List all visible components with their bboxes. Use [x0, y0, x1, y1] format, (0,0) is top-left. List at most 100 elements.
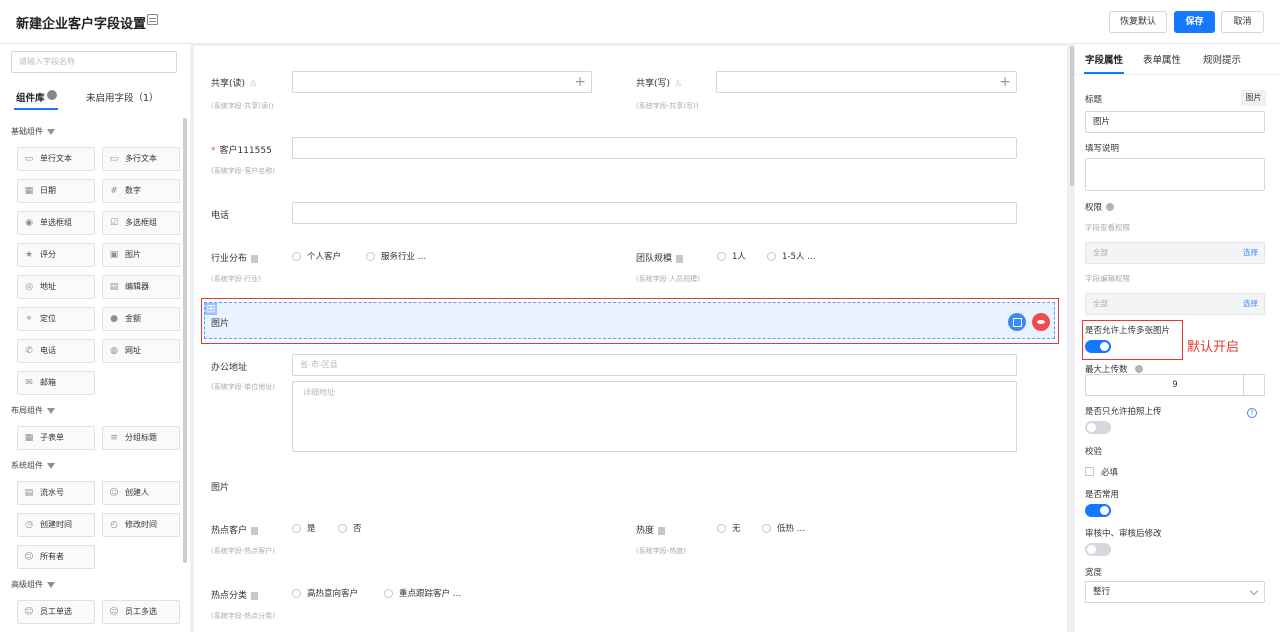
- title-label: 标题: [1085, 95, 1103, 105]
- multi-upload-toggle[interactable]: [1085, 340, 1111, 353]
- group-advanced[interactable]: 高级组件: [11, 579, 55, 590]
- comp-number[interactable]: # 数字: [102, 179, 180, 203]
- help-icon[interactable]: [1106, 203, 1114, 211]
- comp-geolocation[interactable]: ⌖ 定位: [17, 307, 95, 331]
- comp-modified-time[interactable]: ◴ 修改时间: [102, 513, 180, 537]
- comp-rating[interactable]: ★ 评分: [17, 243, 95, 267]
- field-search-input[interactable]: 请输入字段名称: [11, 51, 177, 73]
- cancel-button[interactable]: 取消: [1221, 11, 1264, 33]
- address-detail-textarea[interactable]: 详细地址: [292, 381, 1017, 452]
- radio-option[interactable]: 1-5人 …: [767, 250, 816, 262]
- radio-option[interactable]: 是: [292, 522, 316, 534]
- group-system-label: 系统组件: [11, 461, 43, 470]
- photo-only-label: 是否只允许拍照上传: [1085, 407, 1162, 417]
- field-hint: (系统字段-行业): [211, 275, 261, 283]
- comp-serial-number[interactable]: ▤ 流水号: [17, 481, 95, 505]
- section-icon: ≡: [110, 433, 118, 443]
- description-textarea[interactable]: [1085, 158, 1265, 191]
- plus-icon[interactable]: +: [574, 74, 586, 90]
- restore-default-button[interactable]: 恢复默认: [1109, 11, 1167, 33]
- visibility-icon[interactable]: [1032, 313, 1050, 331]
- tab-rule-hints[interactable]: 规则提示: [1203, 52, 1241, 66]
- canvas-scrollbar[interactable]: [1070, 46, 1074, 186]
- comp-label: 创建人: [125, 488, 149, 497]
- comp-label: 员工单选: [40, 607, 72, 616]
- description-label: 填写说明: [1085, 144, 1120, 154]
- comp-date[interactable]: ▦ 日期: [17, 179, 95, 203]
- radio-option[interactable]: 重点跟踪客户 …: [384, 587, 461, 599]
- share-write-input[interactable]: +: [716, 71, 1017, 93]
- comp-label: 修改时间: [125, 520, 157, 529]
- layout-icon[interactable]: [147, 14, 158, 25]
- common-toggle[interactable]: [1085, 504, 1111, 517]
- comp-url[interactable]: ◍ 网址: [102, 339, 180, 363]
- comp-amount[interactable]: ● 金额: [102, 307, 180, 331]
- plus-icon[interactable]: +: [999, 74, 1011, 90]
- tab-form-properties[interactable]: 表单属性: [1143, 52, 1181, 66]
- help-icon[interactable]: [1135, 365, 1143, 373]
- field-hint: (系统字段-热点客户): [211, 547, 275, 555]
- comp-owner[interactable]: ☺ 所有者: [17, 545, 95, 569]
- image-icon: ▣: [109, 250, 119, 260]
- selected-image-field[interactable]: [204, 302, 1055, 339]
- comp-multi-text[interactable]: ▭ 多行文本: [102, 147, 180, 171]
- label-text: 共享(读): [211, 79, 246, 89]
- radio-option[interactable]: 高热意向客户: [292, 587, 358, 599]
- comp-single-text[interactable]: ▭ 单行文本: [17, 147, 95, 171]
- comp-radio-group[interactable]: ◉ 单选框组: [17, 211, 95, 235]
- tab-unused-fields[interactable]: 未启用字段（1）: [86, 90, 159, 104]
- tab-component-library[interactable]: 组件库: [16, 90, 45, 104]
- copy-icon[interactable]: [1008, 313, 1026, 331]
- max-upload-stepper[interactable]: 9: [1085, 374, 1265, 396]
- stepper-arrows[interactable]: [1243, 375, 1264, 395]
- drag-handle-icon[interactable]: ⊞: [205, 303, 217, 315]
- comp-email[interactable]: ✉ 邮箱: [17, 371, 95, 395]
- required-checkbox[interactable]: [1085, 467, 1094, 476]
- comp-checkbox-group[interactable]: ☑ 多选框组: [102, 211, 180, 235]
- comp-image[interactable]: ▣ 图片: [102, 243, 180, 267]
- list-icon: [676, 254, 684, 263]
- user-icon: ☺: [109, 488, 119, 498]
- radio-option[interactable]: 低热 …: [762, 522, 805, 534]
- chevron-down-icon: [1249, 586, 1259, 596]
- address-region-input[interactable]: 省-市-区县: [292, 354, 1017, 376]
- radio-option[interactable]: 否: [338, 522, 362, 534]
- photo-only-toggle[interactable]: [1085, 421, 1111, 434]
- field-heat-label: 热度: [636, 523, 666, 536]
- comp-label: 创建时间: [40, 520, 72, 529]
- choose-link[interactable]: 选择: [1243, 294, 1258, 314]
- comp-employee-single[interactable]: ☺ 员工单选: [17, 600, 95, 624]
- title-input[interactable]: 图片: [1085, 111, 1265, 133]
- left-scrollbar[interactable]: [183, 118, 187, 563]
- review-edit-toggle[interactable]: [1085, 543, 1111, 556]
- comp-created-time[interactable]: ◷ 创建时间: [17, 513, 95, 537]
- save-button[interactable]: 保存: [1174, 11, 1215, 33]
- comp-subform[interactable]: ▦ 子表单: [17, 426, 95, 450]
- review-edit-label: 审核中、审核后修改: [1085, 529, 1162, 539]
- radio-option[interactable]: 1人: [717, 250, 746, 262]
- phone-input[interactable]: [292, 202, 1017, 224]
- comp-section-title[interactable]: ≡ 分组标题: [102, 426, 180, 450]
- group-system[interactable]: 系统组件: [11, 460, 55, 471]
- share-read-input[interactable]: +: [292, 71, 592, 93]
- width-select[interactable]: 整行: [1085, 581, 1265, 603]
- comp-creator[interactable]: ☺ 创建人: [102, 481, 180, 505]
- label-text: 热度: [636, 526, 655, 536]
- user-icon: ☺: [24, 552, 34, 562]
- group-basic[interactable]: 基础组件: [11, 126, 55, 137]
- question-icon[interactable]: ?: [1247, 408, 1257, 418]
- customer-name-input[interactable]: [292, 137, 1017, 159]
- comp-address[interactable]: ◎ 地址: [17, 275, 95, 299]
- comp-employee-multi[interactable]: ☺ 员工多选: [102, 600, 180, 624]
- choose-link[interactable]: 选择: [1243, 243, 1258, 263]
- group-layout[interactable]: 布局组件: [11, 405, 55, 416]
- tab-field-properties[interactable]: 字段属性: [1085, 52, 1123, 66]
- comp-editor[interactable]: ▤ 编辑器: [102, 275, 180, 299]
- radio-option[interactable]: 服务行业 …: [366, 250, 426, 262]
- radio-option[interactable]: 个人客户: [292, 250, 341, 262]
- help-icon[interactable]: [47, 90, 57, 100]
- view-permission-field[interactable]: 全部 选择: [1085, 242, 1265, 264]
- comp-phone[interactable]: ✆ 电话: [17, 339, 95, 363]
- radio-option[interactable]: 无: [717, 522, 741, 534]
- edit-permission-field[interactable]: 全部 选择: [1085, 293, 1265, 315]
